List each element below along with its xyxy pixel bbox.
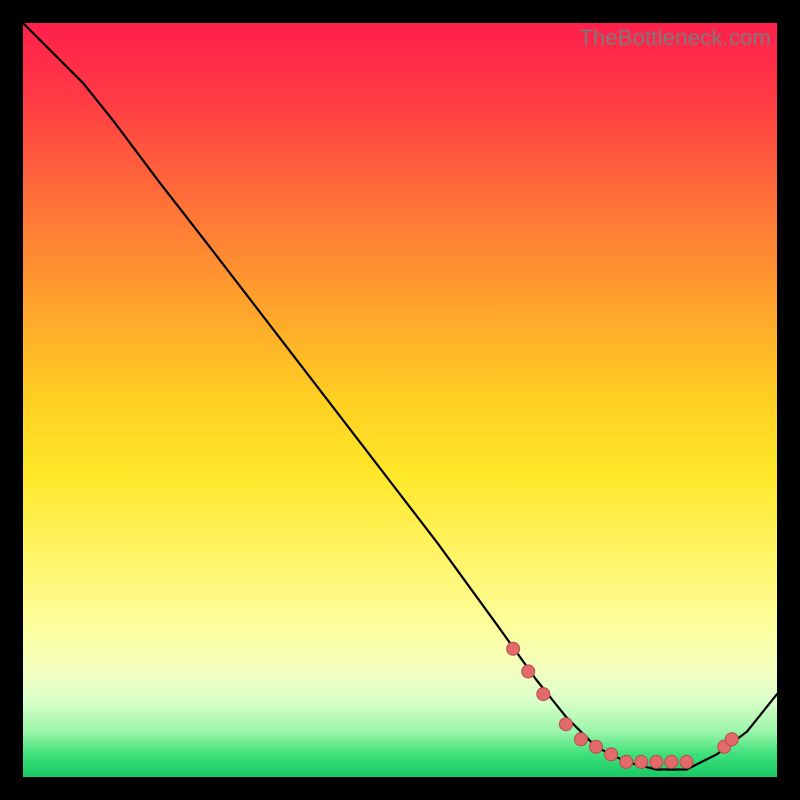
marker-dot <box>680 755 693 768</box>
chart-svg <box>23 23 777 777</box>
bottleneck-curve <box>23 23 777 770</box>
marker-dot <box>559 718 572 731</box>
marker-dot <box>620 755 633 768</box>
marker-dot <box>537 688 550 701</box>
marker-dot <box>665 755 678 768</box>
marker-dot <box>725 733 738 746</box>
marker-dot <box>575 733 588 746</box>
marker-dot <box>650 755 663 768</box>
marker-dot <box>522 665 535 678</box>
marker-dot <box>605 748 618 761</box>
marker-dot <box>635 755 648 768</box>
chart-frame: TheBottleneck.com <box>23 23 777 777</box>
marker-dot <box>507 642 520 655</box>
marker-dot <box>590 740 603 753</box>
marker-group <box>507 642 739 768</box>
